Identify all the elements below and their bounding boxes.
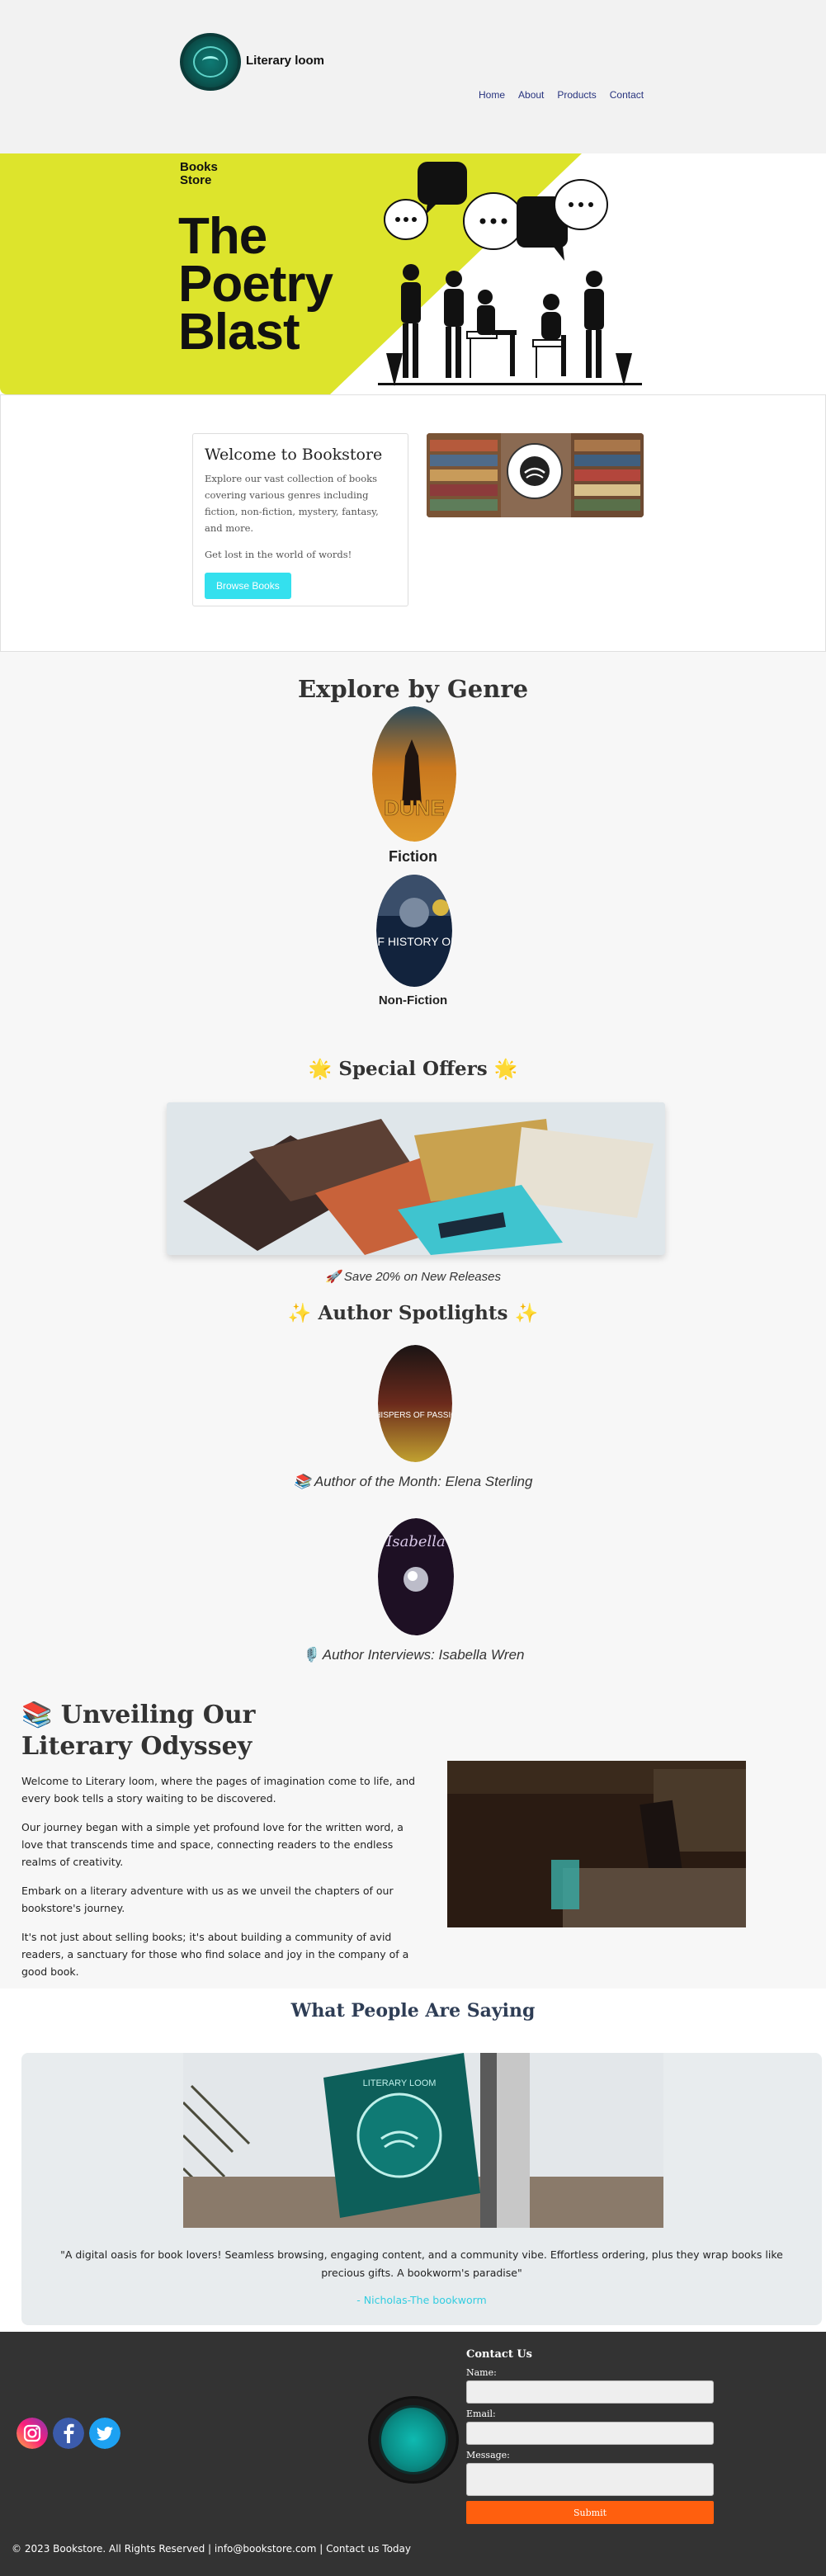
about-paragraph-1: Welcome to Literary loom, where the page… (21, 1775, 416, 1805)
testimonial-author: - Nicholas-The bookworm (356, 2294, 487, 2306)
hero-subtitle-line1: Books (180, 160, 218, 174)
store-sign-image: LITERARY LOOM (183, 2053, 663, 2228)
hero-title: The Poetry Blast (178, 208, 333, 361)
author-of-month-caption: 📚 Author of the Month: Elena Sterling (293, 1474, 533, 1489)
copyright-text: © 2023 Bookstore. All Rights Reserved | … (12, 2543, 411, 2555)
about-title: 📚 Unveiling Our Literary Odyssey (21, 1701, 256, 1761)
site-footer: Contact Us Name: Email: Message: Submit … (0, 2332, 826, 2576)
submit-button[interactable]: Submit (466, 2501, 714, 2524)
special-offers-title: 🌟 Special Offers 🌟 (308, 1058, 518, 1080)
footer-logo-emblem (379, 2405, 448, 2475)
logo-wave-icon (202, 56, 219, 66)
bookstore-interior-image (427, 433, 644, 517)
spotlight-cover-1-title: WHISPERS OF PASSION (378, 1411, 452, 1420)
contact-form: Contact Us Name: Email: Message: Submit (466, 2348, 714, 2524)
fiction-cover-title: DUNE (384, 795, 445, 820)
testimonials-section: What People Are Saying LITERARY LOOM "A … (0, 1989, 826, 2332)
hero-title-line3: Blast (178, 304, 300, 361)
message-label: Message: (466, 2450, 510, 2460)
about-text: Welcome to Literary loom, where the page… (21, 1772, 426, 1992)
hero-title-line2: Poetry (178, 256, 333, 313)
email-label: Email: (466, 2409, 496, 2419)
nav-contact[interactable]: Contact (610, 89, 644, 101)
spotlight-book-cover-2[interactable]: Isabella (378, 1518, 454, 1635)
main-nav: Home About Products Contact (479, 89, 644, 101)
nav-about[interactable]: About (518, 89, 544, 101)
literary-loom-logo[interactable] (180, 33, 241, 91)
offers-section: 🌟 Special Offers 🌟 🚀 Save 20% on New Rel… (0, 1015, 826, 1675)
about-paragraph-4: It's not just about selling books; it's … (21, 1931, 409, 1978)
offer-caption: 🚀 Save 20% on New Releases (325, 1270, 501, 1284)
bookstore-blurred-image (447, 1761, 746, 1927)
testimonial-card: LITERARY LOOM "A digital oasis for book … (21, 2053, 822, 2325)
welcome-card: Welcome to Bookstore Explore our vast co… (192, 433, 408, 606)
contact-title: Contact Us (466, 2348, 532, 2361)
welcome-tagline: Get lost in the world of words! (205, 549, 352, 560)
email-input[interactable] (466, 2422, 714, 2445)
special-offers-books-image[interactable] (167, 1102, 665, 1255)
genre-fiction-cover[interactable]: DUNE (372, 706, 456, 842)
facebook-icon[interactable] (53, 2418, 84, 2449)
site-header: Literary loom Home About Products Contac… (0, 0, 826, 153)
footer-logo[interactable] (368, 2396, 459, 2484)
instagram-icon[interactable] (17, 2418, 48, 2449)
name-input[interactable] (466, 2380, 714, 2404)
testimonials-title: What People Are Saying (290, 2000, 536, 2022)
about-paragraph-3: Embark on a literary adventure with us a… (21, 1885, 394, 1914)
name-label: Name: (466, 2367, 497, 2378)
about-section: 📚 Unveiling Our Literary Odyssey Welcome… (0, 1675, 826, 1989)
nav-products[interactable]: Products (557, 89, 596, 101)
genre-nonfiction-cover[interactable]: A BRIEF HISTORY OF TIME (376, 875, 452, 987)
nav-home[interactable]: Home (479, 89, 505, 101)
genre-nonfiction-label[interactable]: Non-Fiction (0, 993, 826, 1007)
browse-books-button[interactable]: Browse Books (205, 573, 291, 599)
about-paragraph-2: Our journey began with a simple yet prof… (21, 1821, 404, 1868)
hero-subtitle-line2: Store (180, 173, 212, 187)
brand-name: Literary loom (246, 54, 325, 68)
hero-title-line1: The (178, 208, 267, 265)
sign-logo-text: LITERARY LOOM (363, 2078, 437, 2088)
nonfiction-cover-title: A BRIEF HISTORY OF TIME (376, 935, 452, 948)
welcome-title: Welcome to Bookstore (205, 446, 383, 464)
genre-section-title: Explore by Genre (297, 675, 529, 703)
welcome-body: Explore our vast collection of books cov… (205, 473, 379, 534)
message-textarea[interactable] (466, 2463, 714, 2496)
author-spotlights-title: ✨ Author Spotlights ✨ (287, 1302, 539, 1324)
testimonial-quote: "A digital oasis for book lovers! Seamle… (60, 2248, 783, 2279)
spotlight-book-cover-1[interactable]: WHISPERS OF PASSION (378, 1345, 452, 1462)
author-interviews-caption: 🎙️ Author Interviews: Isabella Wren (301, 1647, 525, 1663)
welcome-section: Welcome to Bookstore Explore our vast co… (0, 394, 826, 652)
genre-section: Explore by Genre DUNE Fiction A BRIEF HI… (0, 652, 826, 1015)
people-discussion-illustration (378, 162, 642, 386)
hero-banner: Books Store The Poetry Blast (0, 153, 826, 394)
spotlight-cover-2-title: Isabella (385, 1533, 446, 1550)
hero-subtitle: Books Store (180, 161, 218, 187)
genre-fiction-label[interactable]: Fiction (0, 848, 826, 866)
twitter-icon[interactable] (89, 2418, 120, 2449)
